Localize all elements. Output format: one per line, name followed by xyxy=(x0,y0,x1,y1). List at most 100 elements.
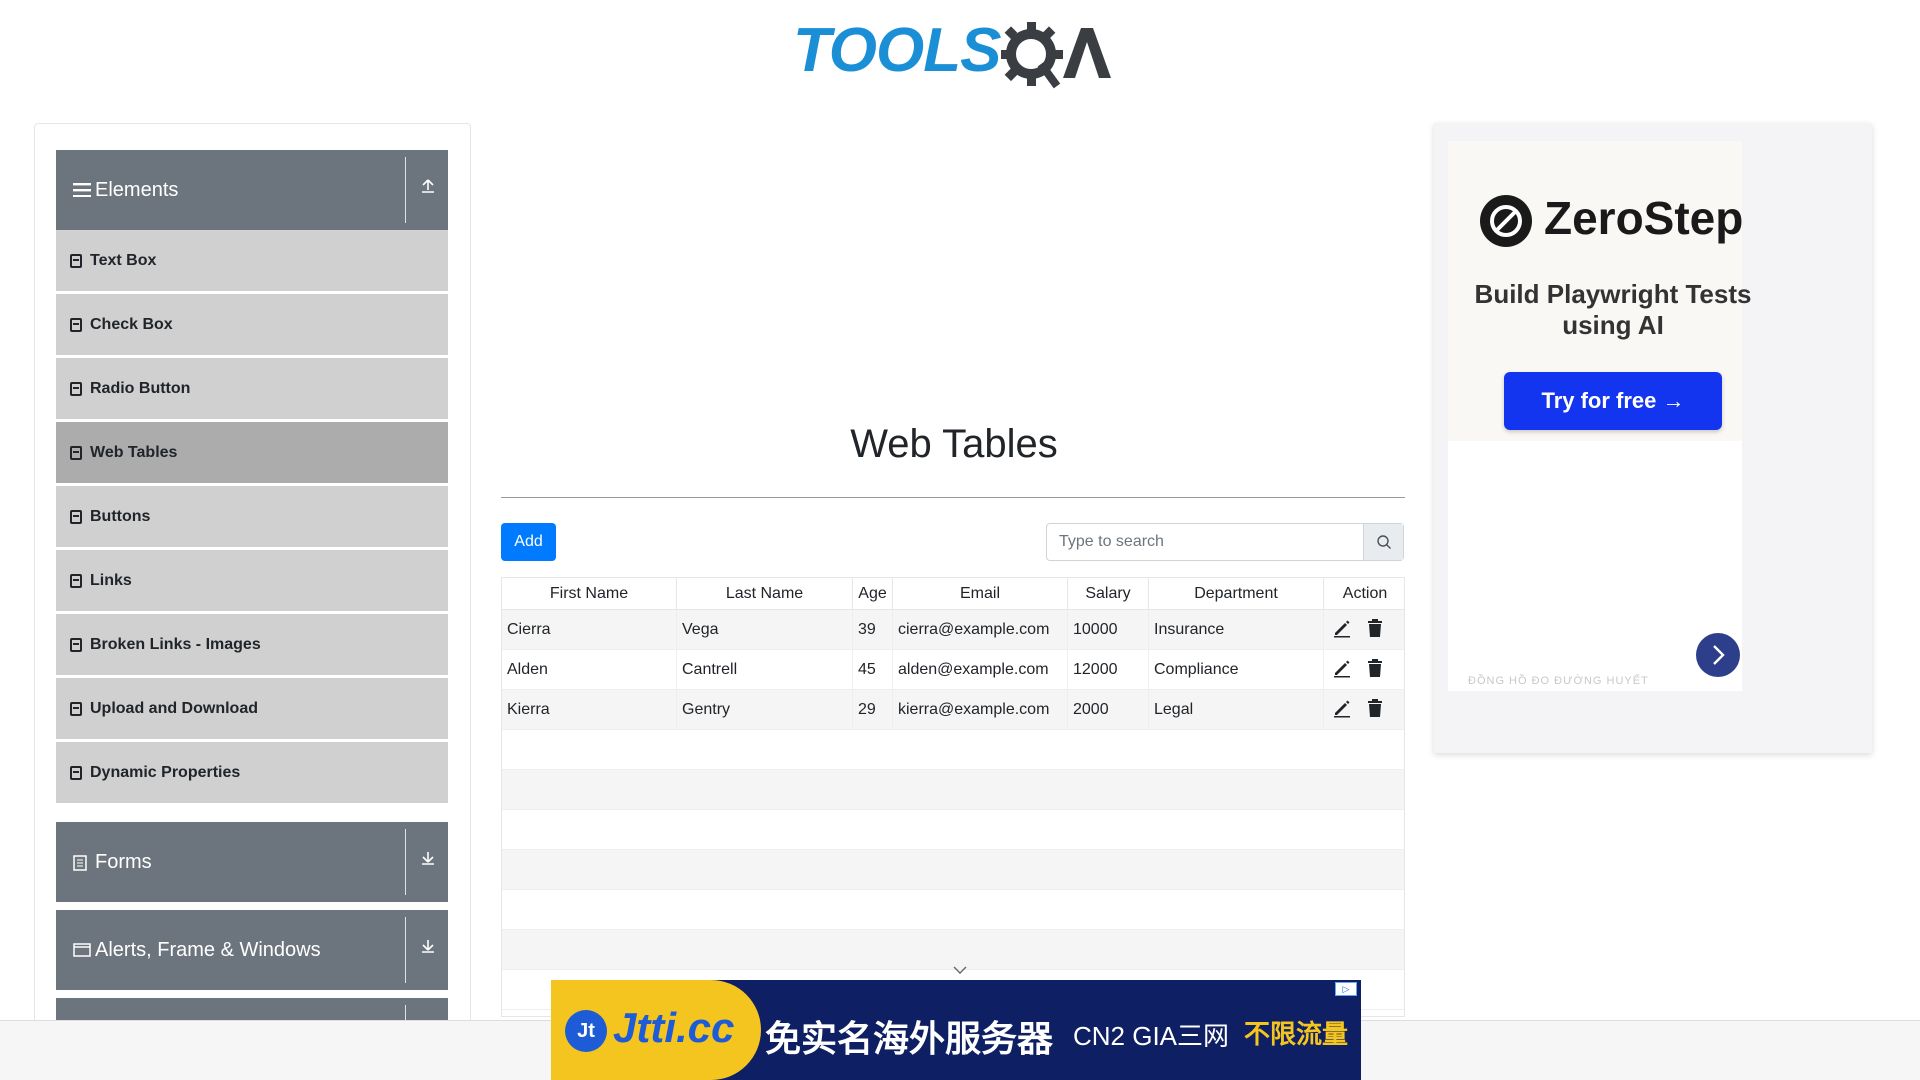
adchoices-icon[interactable]: ▷ xyxy=(1335,982,1357,996)
column-header-age[interactable]: Age xyxy=(853,578,893,610)
cell-action xyxy=(1332,610,1384,650)
sidebar-item-check-box[interactable]: Check Box xyxy=(56,294,448,356)
column-header-department[interactable]: Department xyxy=(1149,578,1324,610)
table-row-empty xyxy=(502,810,1404,850)
logo-qa-text xyxy=(999,20,1111,103)
sidebar-item-web-tables[interactable]: Web Tables xyxy=(56,422,448,484)
cell-age: 39 xyxy=(853,610,893,650)
search-input[interactable] xyxy=(1047,524,1364,560)
gear-q-icon xyxy=(999,22,1111,89)
table-row-empty xyxy=(502,850,1404,890)
sidebar-item-label: Buttons xyxy=(90,507,151,525)
banner-advertisement[interactable]: Jt Jtti.cc 免实名海外服务器 CN2 GIA三网 不限流量 ▷ xyxy=(551,980,1361,1080)
cell-department: Legal xyxy=(1149,690,1324,730)
edit-icon[interactable] xyxy=(1332,618,1352,643)
sidebar-item-radio-button[interactable]: Radio Button xyxy=(56,358,448,420)
search-box xyxy=(1046,523,1404,561)
item-icon xyxy=(70,317,82,332)
column-header-action: Action xyxy=(1342,585,1388,602)
sidebar-group-label: Elements xyxy=(95,178,179,201)
sidebar-item-dynamic-properties[interactable]: Dynamic Properties xyxy=(56,742,448,804)
item-icon xyxy=(70,253,82,268)
cell-department: Compliance xyxy=(1149,650,1324,690)
sidebar-item-label: Radio Button xyxy=(90,379,191,397)
item-icon xyxy=(70,637,82,652)
sidebar-group-label: Alerts, Frame & Windows xyxy=(95,938,321,961)
item-icon xyxy=(70,445,82,460)
column-header-last-name[interactable]: Last Name xyxy=(677,578,853,610)
collapse-up-icon[interactable] xyxy=(416,178,440,202)
divider xyxy=(405,917,406,983)
expand-down-icon[interactable] xyxy=(416,938,440,962)
ad-card: ZeroStep Build Playwright Tests using AI… xyxy=(1448,141,1751,441)
sidebar-item-buttons[interactable]: Buttons xyxy=(56,486,448,548)
sidebar-item-label: Broken Links - Images xyxy=(90,635,261,653)
sidebar-item-label: Links xyxy=(90,571,132,589)
banner-text: 免实名海外服务器 xyxy=(765,1018,1054,1059)
column-header-salary[interactable]: Salary xyxy=(1068,578,1149,610)
chevron-right-icon[interactable] xyxy=(1696,633,1740,677)
sidebar-item-label: Dynamic Properties xyxy=(90,763,241,781)
table-header: First Name Last Name Age Email Salary De… xyxy=(502,578,1404,610)
delete-icon[interactable] xyxy=(1366,618,1384,643)
cell-department: Insurance xyxy=(1149,610,1324,650)
banner-text-mid: CN2 GIA三网 xyxy=(1073,1021,1230,1051)
cell-last-name: Vega xyxy=(677,610,853,650)
divider xyxy=(405,157,406,223)
web-table: First Name Last Name Age Email Salary De… xyxy=(501,577,1405,1017)
sidebar-item-links[interactable]: Links xyxy=(56,550,448,612)
expand-down-icon[interactable] xyxy=(416,850,440,874)
sidebar-group-elements[interactable]: Elements xyxy=(56,150,448,230)
divider xyxy=(405,829,406,895)
ad-brand: ZeroStep xyxy=(1544,192,1744,244)
page-title: Web Tables xyxy=(850,422,1058,466)
delete-icon[interactable] xyxy=(1366,698,1384,723)
sidebar-item-text-box[interactable]: Text Box xyxy=(56,230,448,292)
add-button[interactable]: Add xyxy=(501,523,556,561)
sidebar-panel: Elements Text Box Check Box Radio Button… xyxy=(34,123,471,1038)
delete-icon[interactable] xyxy=(1366,658,1384,683)
item-icon xyxy=(70,765,82,780)
cell-salary: 10000 xyxy=(1068,610,1149,650)
item-icon xyxy=(70,509,82,524)
table-row-empty xyxy=(502,730,1404,770)
toolsqa-logo[interactable]: TOOLS xyxy=(793,14,1115,92)
zerostep-logo-icon xyxy=(1480,195,1532,247)
edit-icon[interactable] xyxy=(1332,658,1352,683)
logo-tools-text: TOOLS xyxy=(793,16,1001,85)
cell-last-name: Gentry xyxy=(677,690,853,730)
cell-age: 29 xyxy=(853,690,893,730)
table-row: Alden Cantrell 45 alden@example.com 1200… xyxy=(502,650,1404,690)
window-icon xyxy=(73,943,91,957)
sidebar-item-broken-links[interactable]: Broken Links - Images xyxy=(56,614,448,676)
cell-email: alden@example.com xyxy=(893,650,1068,690)
cell-age: 45 xyxy=(853,650,893,690)
sidebar-item-label: Web Tables xyxy=(90,443,178,461)
jtti-logo-icon: Jt xyxy=(565,1010,607,1052)
ad-small-text: ĐỒNG HỒ ĐO ĐƯỜNG HUYẾT xyxy=(1468,675,1649,687)
cell-action xyxy=(1332,690,1384,730)
item-icon xyxy=(70,701,82,716)
cell-first-name: Kierra xyxy=(502,690,677,730)
sidebar-item-label: Text Box xyxy=(90,251,157,269)
banner-text-highlight: 不限流量 xyxy=(1244,1019,1349,1049)
cell-action xyxy=(1332,650,1384,690)
banner-brand: Jtti.cc xyxy=(613,1004,735,1051)
search-icon[interactable] xyxy=(1363,524,1403,560)
column-header-first-name[interactable]: First Name xyxy=(502,578,677,610)
try-for-free-button[interactable]: Try for free → xyxy=(1504,372,1722,430)
form-icon xyxy=(73,855,91,871)
hamburger-icon xyxy=(73,183,91,198)
cell-first-name: Alden xyxy=(502,650,677,690)
sidebar-group-alerts[interactable]: Alerts, Frame & Windows xyxy=(56,910,448,990)
sidebar-advertisement[interactable]: ZeroStep Build Playwright Tests using AI… xyxy=(1434,123,1872,753)
sidebar-item-upload-download[interactable]: Upload and Download xyxy=(56,678,448,740)
sidebar-group-forms[interactable]: Forms xyxy=(56,822,448,902)
cell-last-name: Cantrell xyxy=(677,650,853,690)
sidebar-item-label: Upload and Download xyxy=(90,699,258,717)
sidebar-group-label: Forms xyxy=(95,850,152,873)
chevron-down-icon[interactable] xyxy=(949,962,971,978)
edit-icon[interactable] xyxy=(1332,698,1352,723)
cell-salary: 12000 xyxy=(1068,650,1149,690)
column-header-email[interactable]: Email xyxy=(893,578,1068,610)
